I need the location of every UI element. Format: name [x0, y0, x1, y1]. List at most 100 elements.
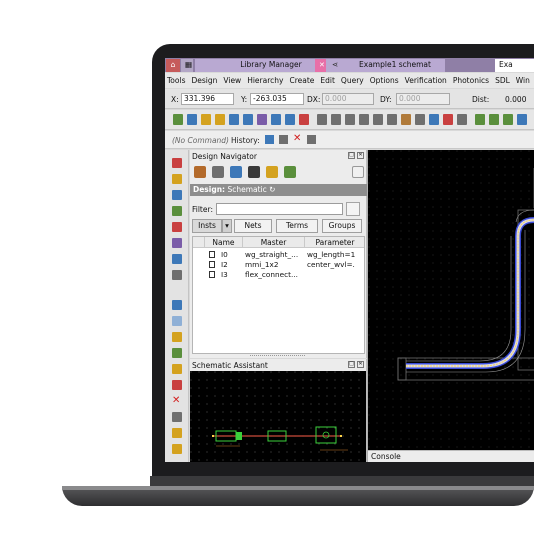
print-icon[interactable]: [257, 114, 267, 125]
tab-nets[interactable]: Nets: [234, 219, 272, 233]
home-icon[interactable]: ⌂: [166, 59, 180, 72]
refresh-icon[interactable]: ↻: [269, 185, 275, 194]
fit-icon[interactable]: [429, 114, 439, 125]
zoom-in-icon[interactable]: [331, 114, 341, 125]
row-checkbox[interactable]: [209, 271, 215, 278]
dx-field[interactable]: 0.000: [322, 93, 374, 105]
tool-copy-icon[interactable]: [172, 348, 182, 358]
zoom-fit-icon[interactable]: [317, 114, 327, 125]
tool-route2-icon[interactable]: [172, 316, 182, 326]
tool-route-icon[interactable]: [172, 300, 182, 310]
column-header-parameter[interactable]: Parameter: [305, 237, 364, 248]
command-status: (No Command): [172, 136, 229, 145]
tool-stretch-icon[interactable]: [172, 332, 182, 342]
edit-icon[interactable]: [457, 114, 467, 125]
share-icon[interactable]: ⋖: [328, 59, 342, 72]
grid-icon[interactable]: ▦: [181, 59, 193, 72]
panel-float-icon[interactable]: □: [348, 152, 355, 159]
info-icon[interactable]: [352, 166, 364, 178]
connect-icon[interactable]: [284, 166, 296, 178]
menu-item[interactable]: Tools: [167, 76, 185, 85]
tool-delete-icon[interactable]: ✕: [172, 396, 182, 406]
wire-icon[interactable]: [489, 114, 499, 125]
folder-down-icon[interactable]: [215, 114, 225, 125]
tab-terms[interactable]: Terms: [276, 219, 318, 233]
folder-icon[interactable]: [201, 114, 211, 125]
column-header-name[interactable]: Name: [205, 237, 243, 248]
history-search-icon[interactable]: [307, 135, 316, 144]
menu-item[interactable]: View: [223, 76, 241, 85]
open-icon[interactable]: [187, 114, 197, 125]
table-icon[interactable]: [285, 114, 295, 125]
pin-tool-icon[interactable]: [248, 166, 260, 178]
grid-icon[interactable]: [271, 114, 281, 125]
row-checkbox[interactable]: [209, 261, 215, 268]
close-icon[interactable]: ✕: [315, 59, 326, 72]
tool-bus-icon[interactable]: [172, 238, 182, 248]
x-field[interactable]: 331.396: [181, 93, 234, 105]
tab-insts[interactable]: Insts: [192, 219, 222, 233]
tool-rotate-icon[interactable]: [172, 380, 182, 390]
filter-input[interactable]: [216, 203, 343, 215]
tool-move-icon[interactable]: [172, 364, 182, 374]
tool-label-icon[interactable]: [172, 206, 182, 216]
panel-resize-handle[interactable]: [250, 355, 305, 357]
tool-net-icon[interactable]: [172, 222, 182, 232]
balance-icon[interactable]: [212, 166, 224, 178]
menu-item[interactable]: Verification: [405, 76, 447, 85]
tool-pin-icon[interactable]: [172, 190, 182, 200]
design-value[interactable]: Schematic: [227, 185, 266, 194]
console-panel[interactable]: Console: [368, 450, 534, 462]
pan-icon[interactable]: [387, 114, 397, 125]
tool-undo-icon[interactable]: [172, 428, 182, 438]
zoom-area-icon[interactable]: [359, 114, 369, 125]
save-icon[interactable]: [229, 114, 239, 125]
menu-item[interactable]: SDL: [495, 76, 510, 85]
warning-icon[interactable]: [266, 166, 278, 178]
save-as-icon[interactable]: [243, 114, 253, 125]
clear-history-icon[interactable]: ✕: [293, 133, 301, 144]
new-icon[interactable]: [173, 114, 183, 125]
zoom-out-icon[interactable]: [345, 114, 355, 125]
tool-instance-icon[interactable]: [172, 174, 182, 184]
y-field[interactable]: -263.035: [250, 93, 304, 105]
panel-close-icon[interactable]: ✕: [357, 152, 364, 159]
dy-field[interactable]: 0.000: [396, 93, 450, 105]
menu-item[interactable]: Photonics: [453, 76, 489, 85]
column-header-master[interactable]: Master: [243, 237, 305, 248]
tool-ruler-icon[interactable]: [172, 270, 182, 280]
check-icon[interactable]: [443, 114, 453, 125]
schematic-canvas[interactable]: [368, 150, 534, 450]
redraw-icon[interactable]: [415, 114, 425, 125]
library-icon[interactable]: [194, 166, 206, 178]
assistant-float-icon[interactable]: □: [348, 361, 355, 368]
tab-example1-schematic[interactable]: Example1 schemat: [345, 59, 445, 72]
assistant-close-icon[interactable]: ✕: [357, 361, 364, 368]
pin-icon[interactable]: [503, 114, 513, 125]
hand-icon[interactable]: [401, 114, 411, 125]
insts-dropdown-icon[interactable]: ▾: [222, 219, 232, 233]
menu-item[interactable]: Create: [289, 76, 314, 85]
tool-edit-icon[interactable]: [172, 412, 182, 422]
zoom-select-icon[interactable]: [373, 114, 383, 125]
menu-item[interactable]: Options: [370, 76, 399, 85]
menu-item[interactable]: Hierarchy: [247, 76, 283, 85]
menu-item[interactable]: Win: [516, 76, 530, 85]
assistant-preview-canvas[interactable]: [190, 371, 366, 462]
tab-example-partial[interactable]: Exa: [495, 59, 534, 72]
route-icon[interactable]: [475, 114, 485, 125]
tab-groups[interactable]: Groups: [322, 219, 362, 233]
properties-icon[interactable]: [299, 114, 309, 125]
tool-wire-icon[interactable]: [172, 158, 182, 168]
history-undo-icon[interactable]: [265, 135, 274, 144]
tool-array-icon[interactable]: [172, 254, 182, 264]
row-checkbox[interactable]: [209, 251, 215, 258]
menu-item[interactable]: Design: [191, 76, 217, 85]
hierarchy-icon[interactable]: [230, 166, 242, 178]
tool-redo-icon[interactable]: [172, 444, 182, 454]
menu-item[interactable]: Query: [341, 76, 364, 85]
label-icon[interactable]: [517, 114, 527, 125]
filter-apply-icon[interactable]: [346, 202, 360, 216]
history-list-icon[interactable]: [279, 135, 288, 144]
menu-item[interactable]: Edit: [320, 76, 335, 85]
